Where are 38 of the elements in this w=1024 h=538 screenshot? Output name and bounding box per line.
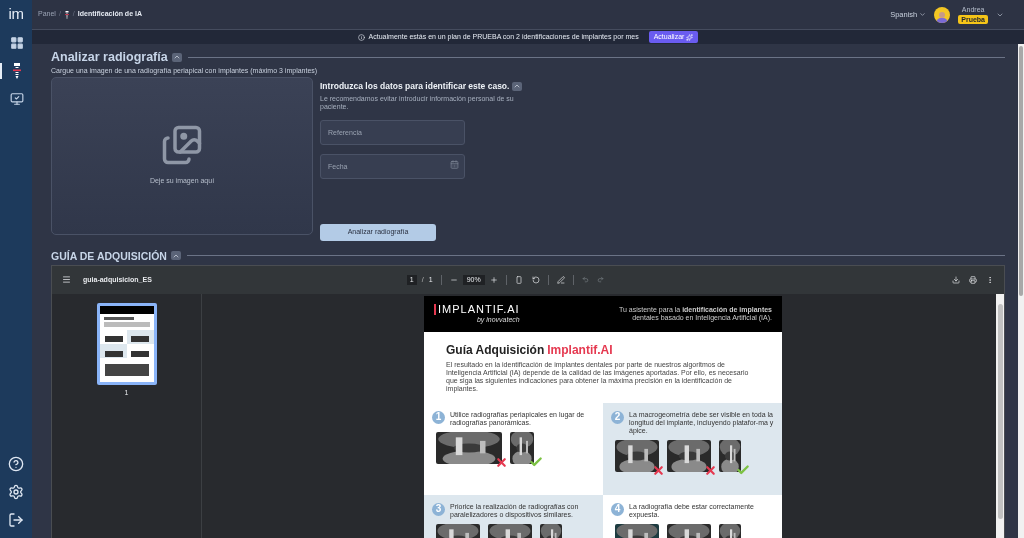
- sparkles-icon: [686, 33, 694, 41]
- fit-page-icon[interactable]: [514, 275, 523, 284]
- page-thumbnail[interactable]: [96, 302, 157, 385]
- form-title: Introduzca los datos para identificar este caso.: [320, 80, 510, 93]
- avatar[interactable]: [934, 6, 951, 23]
- monitor-check-icon[interactable]: [10, 92, 24, 106]
- document-title: Guía Adquisición: [446, 343, 545, 356]
- document-title-brand: Implantif.AI: [547, 343, 613, 356]
- step-number: 2: [611, 410, 624, 424]
- section-title: Analizar radiografía: [51, 50, 168, 64]
- chevron-up-icon: [172, 53, 181, 61]
- settings-icon[interactable]: [8, 484, 24, 500]
- help-icon[interactable]: [8, 456, 24, 472]
- step-number: 3: [432, 502, 445, 516]
- chevron-down-icon: [919, 11, 927, 18]
- collapse-button[interactable]: [170, 251, 181, 261]
- dashboard-icon[interactable]: [10, 36, 24, 50]
- print-icon[interactable]: [969, 275, 977, 284]
- zoom-in-icon[interactable]: [489, 275, 498, 284]
- info-icon: [357, 33, 365, 41]
- scrollbar[interactable]: [996, 293, 1004, 538]
- section-title: GUÍA DE ADQUISICIÓN: [51, 250, 167, 261]
- scrollbar[interactable]: [1018, 44, 1024, 538]
- document-logo: IMPLANTIF.AI: [434, 304, 520, 316]
- collapse-button[interactable]: [171, 52, 182, 62]
- implant-icon: [11, 63, 23, 79]
- logo[interactable]: im: [8, 6, 24, 21]
- menu-icon[interactable]: [62, 275, 71, 285]
- images-icon: [161, 124, 203, 166]
- logout-icon[interactable]: [8, 512, 24, 528]
- rotate-icon[interactable]: [531, 275, 540, 284]
- step-number: 1: [432, 410, 445, 424]
- pen-icon[interactable]: [556, 275, 565, 284]
- collapse-button[interactable]: [512, 81, 523, 91]
- download-icon[interactable]: [952, 275, 960, 284]
- step-number: 4: [611, 502, 624, 516]
- more-icon[interactable]: [986, 275, 994, 284]
- calendar-icon[interactable]: [450, 159, 459, 169]
